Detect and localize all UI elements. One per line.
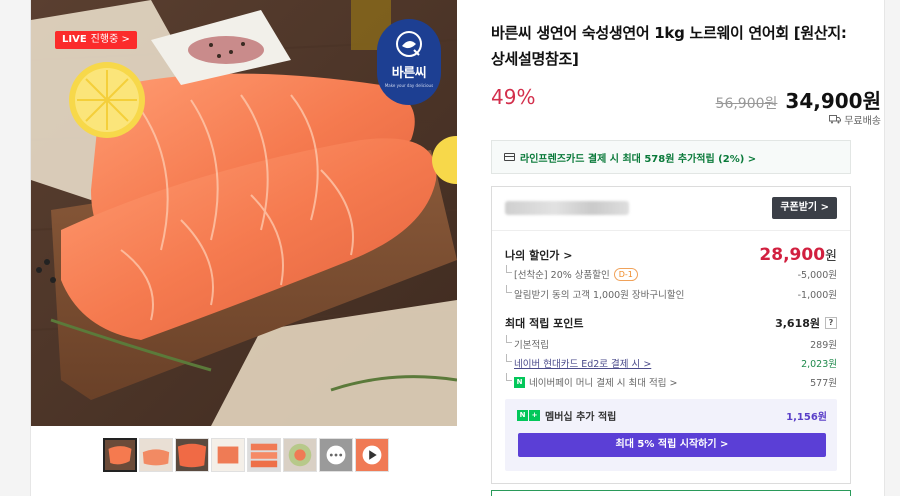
my-discount-unit: 원 — [825, 249, 837, 264]
d-day-badge: D-1 — [613, 267, 638, 281]
npay-icon: N — [514, 376, 525, 388]
live-badge[interactable]: LIVE 진행중 > — [55, 31, 137, 49]
product-page: LIVE 진행중 > 바른씨 Make your day delicious 바… — [0, 0, 900, 496]
membership-row: N + 멤버십 추가 적립 1,156원 — [517, 408, 827, 423]
product-main-image[interactable]: LIVE 진행중 > 바른씨 Make your day delicious — [31, 0, 457, 426]
naver-plus-icon: N + — [517, 410, 540, 421]
brand-name: 바른씨 — [391, 66, 427, 81]
discount-line-1: [선착순] 20% 상품할인 D-1 -5,000원 — [505, 265, 837, 281]
benefits-box: 쿠폰받기 > 나의 할인가 > 28,900원 [선착순] 20% 상품할인 D-… — [491, 186, 851, 484]
points-line-1-value: 289원 — [810, 340, 837, 351]
brand-tagline: Make your day delicious — [384, 83, 434, 88]
shipping-info: 무료배송 — [829, 112, 881, 127]
points-line-2-value: 2,023원 — [801, 359, 837, 370]
my-discount-price: 28,900원 — [759, 245, 837, 265]
thumbnail-4[interactable] — [211, 438, 245, 472]
truck-icon — [829, 115, 842, 124]
discount-line-1-value: -5,000원 — [797, 270, 837, 281]
points-value: 3,618원 — [775, 317, 820, 330]
my-discount-row[interactable]: 나의 할인가 > 28,900원 — [505, 245, 837, 265]
naver-hyundai-card-link[interactable]: 네이버 현대카드 Ed2로 결제 시 > — [514, 356, 651, 370]
points-label: 최대 적립 포인트 — [505, 317, 584, 330]
credit-card-icon — [504, 153, 515, 161]
naver-plus-n: N — [517, 410, 528, 421]
price-row: 56,900원 34,900원 — [716, 85, 881, 114]
thumbnail-6[interactable] — [283, 438, 317, 472]
fish-logo-icon — [396, 31, 422, 57]
discount-rate: 49% — [491, 85, 536, 109]
points-line-1: 기본적립 289원 — [505, 335, 837, 351]
my-discount-label: 나의 할인가 > — [505, 249, 573, 262]
points-line-2: 네이버 현대카드 Ed2로 결제 시 > 2,023원 — [505, 354, 837, 370]
coupon-button[interactable]: 쿠폰받기 > — [772, 197, 837, 219]
naver-plus-plus: + — [529, 410, 540, 421]
discount-line-1-label: [선착순] 20% 상품할인 — [514, 270, 610, 281]
card-promo-text: 라인프렌즈카드 결제 시 최대 578원 추가적립 (2%) > — [520, 153, 757, 165]
thumbnail-strip — [103, 438, 389, 472]
membership-label: 멤버십 추가 적립 — [545, 412, 617, 423]
membership-value: 1,156원 — [786, 412, 827, 423]
discount-line-2: 알림받기 동의 고객 1,000원 장바구니할인 -1,000원 — [505, 285, 837, 301]
live-word: LIVE — [62, 34, 87, 45]
blurred-text — [505, 201, 629, 215]
npay-points-link[interactable]: 네이버페이 머니 결제 시 최대 적립 > — [529, 375, 677, 389]
membership-start-button[interactable]: 최대 5% 적립 시작하기 > — [518, 433, 826, 457]
help-icon[interactable]: ? — [825, 317, 837, 329]
points-row: 최대 적립 포인트 3,618원? — [505, 315, 837, 331]
shipping-text: 무료배송 — [844, 116, 881, 127]
my-discount-value: 28,900 — [759, 245, 826, 265]
live-status: 진행중 > — [90, 34, 130, 45]
thumbnail-1[interactable] — [103, 438, 137, 472]
thumbnail-2[interactable] — [139, 438, 173, 472]
thumbnail-8[interactable] — [355, 438, 389, 472]
thumbnail-3[interactable] — [175, 438, 209, 472]
product-card: LIVE 진행중 > 바른씨 Make your day delicious 바… — [30, 0, 885, 496]
discount-line-2-label: 알림받기 동의 고객 1,000원 장바구니할인 — [505, 285, 684, 301]
brand-logo: 바른씨 Make your day delicious — [377, 19, 441, 105]
points-line-3-value: 577원 — [810, 378, 837, 389]
original-price: 56,900원 — [715, 96, 778, 112]
sale-price: 34,900원 — [785, 89, 881, 113]
product-title: 바른씨 생연어 숙성생연어 1kg 노르웨이 연어회 [원산지:상세설명참조] — [491, 24, 847, 68]
thumbnail-5[interactable] — [247, 438, 281, 472]
membership-box: N + 멤버십 추가 적립 1,156원 최대 5% 적립 시작하기 > — [505, 399, 837, 471]
thumbnail-7[interactable] — [319, 438, 353, 472]
points-line-1-label: 기본적립 — [505, 335, 549, 351]
benefits-header: 쿠폰받기 > — [492, 187, 850, 231]
card-promo-banner[interactable]: 라인프렌즈카드 결제 시 최대 578원 추가적립 (2%) > — [491, 140, 851, 174]
discount-line-2-value: -1,000원 — [797, 290, 837, 301]
next-section-edge — [491, 490, 851, 496]
points-line-3: N 네이버페이 머니 결제 시 최대 적립 > 577원 — [505, 373, 837, 389]
